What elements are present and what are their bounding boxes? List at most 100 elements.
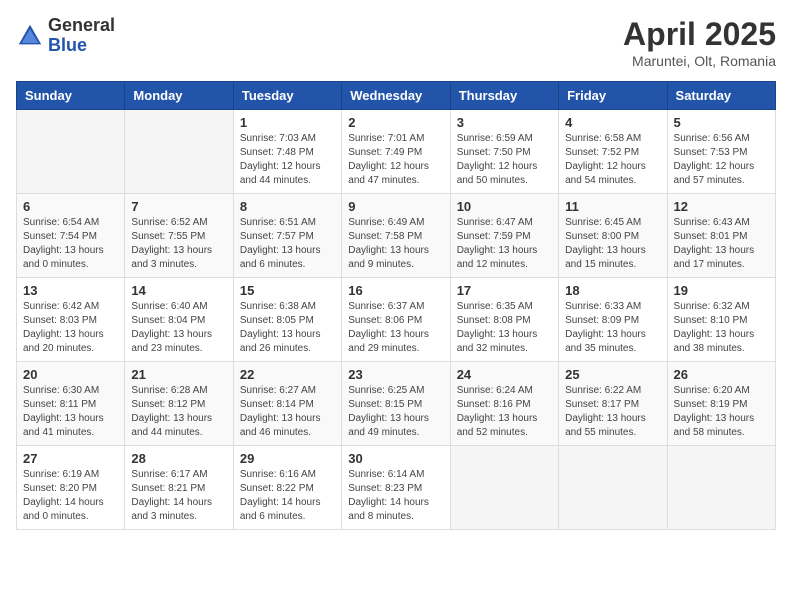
day-info: Sunrise: 6:54 AM Sunset: 7:54 PM Dayligh… (23, 216, 118, 272)
day-info: Sunrise: 6:38 AM Sunset: 8:05 PM Dayligh… (240, 300, 335, 356)
calendar-cell (667, 446, 775, 530)
day-number: 8 (240, 199, 335, 214)
day-info: Sunrise: 6:37 AM Sunset: 8:06 PM Dayligh… (348, 300, 443, 356)
day-info: Sunrise: 6:58 AM Sunset: 7:52 PM Dayligh… (565, 132, 660, 188)
day-info: Sunrise: 6:42 AM Sunset: 8:03 PM Dayligh… (23, 300, 118, 356)
calendar-cell: 10 Sunrise: 6:47 AM Sunset: 7:59 PM Dayli… (450, 194, 558, 278)
calendar-cell (17, 110, 125, 194)
day-info: Sunrise: 6:27 AM Sunset: 8:14 PM Dayligh… (240, 384, 335, 440)
day-info: Sunrise: 6:20 AM Sunset: 8:19 PM Dayligh… (674, 384, 769, 440)
day-number: 6 (23, 199, 118, 214)
day-number: 25 (565, 367, 660, 382)
calendar-cell: 28 Sunrise: 6:17 AM Sunset: 8:21 PM Dayli… (125, 446, 233, 530)
day-info: Sunrise: 6:43 AM Sunset: 8:01 PM Dayligh… (674, 216, 769, 272)
day-number: 24 (457, 367, 552, 382)
day-number: 15 (240, 283, 335, 298)
week-row-4: 20 Sunrise: 6:30 AM Sunset: 8:11 PM Dayli… (17, 362, 776, 446)
day-number: 4 (565, 115, 660, 130)
calendar-cell: 29Sunrise: 6:16 AM Sunset: 8:22 PM Dayli… (233, 446, 341, 530)
calendar-cell: 27 Sunrise: 6:19 AM Sunset: 8:20 PM Dayli… (17, 446, 125, 530)
logo: General Blue (16, 16, 115, 56)
day-info: Sunrise: 6:28 AM Sunset: 8:12 PM Dayligh… (131, 384, 226, 440)
day-info: Sunrise: 6:47 AM Sunset: 7:59 PM Dayligh… (457, 216, 552, 272)
day-info: Sunrise: 6:32 AM Sunset: 8:10 PM Dayligh… (674, 300, 769, 356)
day-info: Sunrise: 7:03 AM Sunset: 7:48 PM Dayligh… (240, 132, 335, 188)
calendar-table: SundayMondayTuesdayWednesdayThursdayFrid… (16, 81, 776, 530)
day-info: Sunrise: 6:22 AM Sunset: 8:17 PM Dayligh… (565, 384, 660, 440)
weekday-header-friday: Friday (559, 82, 667, 110)
calendar-cell (450, 446, 558, 530)
calendar-cell: 15 Sunrise: 6:38 AM Sunset: 8:05 PM Dayli… (233, 278, 341, 362)
day-number: 3 (457, 115, 552, 130)
weekday-header-tuesday: Tuesday (233, 82, 341, 110)
calendar-cell: 25 Sunrise: 6:22 AM Sunset: 8:17 PM Dayli… (559, 362, 667, 446)
day-number: 18 (565, 283, 660, 298)
calendar-cell: 11 Sunrise: 6:45 AM Sunset: 8:00 PM Dayli… (559, 194, 667, 278)
day-number: 20 (23, 367, 118, 382)
calendar-cell: 17Sunrise: 6:35 AM Sunset: 8:08 PM Dayli… (450, 278, 558, 362)
weekday-header-wednesday: Wednesday (342, 82, 450, 110)
day-info: Sunrise: 6:14 AM Sunset: 8:23 PM Dayligh… (348, 468, 443, 524)
day-info: Sunrise: 7:01 AM Sunset: 7:49 PM Dayligh… (348, 132, 443, 188)
calendar-cell: 7 Sunrise: 6:52 AM Sunset: 7:55 PM Daylig… (125, 194, 233, 278)
day-info: Sunrise: 6:52 AM Sunset: 7:55 PM Dayligh… (131, 216, 226, 272)
logo-text: General Blue (48, 16, 115, 56)
calendar-cell: 24Sunrise: 6:24 AM Sunset: 8:16 PM Dayli… (450, 362, 558, 446)
calendar-cell: 16 Sunrise: 6:37 AM Sunset: 8:06 PM Dayli… (342, 278, 450, 362)
day-number: 13 (23, 283, 118, 298)
calendar-cell: 1 Sunrise: 7:03 AM Sunset: 7:48 PM Daylig… (233, 110, 341, 194)
page-header: General Blue April 2025 Maruntei, Olt, R… (16, 16, 776, 69)
calendar-cell: 9 Sunrise: 6:49 AM Sunset: 7:58 PM Daylig… (342, 194, 450, 278)
day-number: 10 (457, 199, 552, 214)
calendar-cell: 26Sunrise: 6:20 AM Sunset: 8:19 PM Dayli… (667, 362, 775, 446)
day-info: Sunrise: 6:49 AM Sunset: 7:58 PM Dayligh… (348, 216, 443, 272)
calendar-cell: 6 Sunrise: 6:54 AM Sunset: 7:54 PM Daylig… (17, 194, 125, 278)
week-row-5: 27 Sunrise: 6:19 AM Sunset: 8:20 PM Dayli… (17, 446, 776, 530)
calendar-cell: 13 Sunrise: 6:42 AM Sunset: 8:03 PM Dayli… (17, 278, 125, 362)
day-info: Sunrise: 6:40 AM Sunset: 8:04 PM Dayligh… (131, 300, 226, 356)
calendar-cell: 12 Sunrise: 6:43 AM Sunset: 8:01 PM Dayli… (667, 194, 775, 278)
day-number: 16 (348, 283, 443, 298)
weekday-header-row: SundayMondayTuesdayWednesdayThursdayFrid… (17, 82, 776, 110)
month-title: April 2025 (623, 16, 776, 53)
day-number: 7 (131, 199, 226, 214)
weekday-header-thursday: Thursday (450, 82, 558, 110)
day-number: 22 (240, 367, 335, 382)
day-info: Sunrise: 6:56 AM Sunset: 7:53 PM Dayligh… (674, 132, 769, 188)
week-row-2: 6 Sunrise: 6:54 AM Sunset: 7:54 PM Daylig… (17, 194, 776, 278)
day-info: Sunrise: 6:45 AM Sunset: 8:00 PM Dayligh… (565, 216, 660, 272)
day-info: Sunrise: 6:25 AM Sunset: 8:15 PM Dayligh… (348, 384, 443, 440)
calendar-cell: 23Sunrise: 6:25 AM Sunset: 8:15 PM Dayli… (342, 362, 450, 446)
day-info: Sunrise: 6:30 AM Sunset: 8:11 PM Dayligh… (23, 384, 118, 440)
calendar-cell: 2 Sunrise: 7:01 AM Sunset: 7:49 PM Daylig… (342, 110, 450, 194)
day-info: Sunrise: 6:17 AM Sunset: 8:21 PM Dayligh… (131, 468, 226, 524)
location-subtitle: Maruntei, Olt, Romania (623, 53, 776, 69)
day-info: Sunrise: 6:51 AM Sunset: 7:57 PM Dayligh… (240, 216, 335, 272)
calendar-cell: 20 Sunrise: 6:30 AM Sunset: 8:11 PM Dayli… (17, 362, 125, 446)
day-info: Sunrise: 6:19 AM Sunset: 8:20 PM Dayligh… (23, 468, 118, 524)
calendar-cell (125, 110, 233, 194)
day-info: Sunrise: 6:33 AM Sunset: 8:09 PM Dayligh… (565, 300, 660, 356)
day-number: 11 (565, 199, 660, 214)
calendar-cell: 5Sunrise: 6:56 AM Sunset: 7:53 PM Daylig… (667, 110, 775, 194)
logo-blue-text: Blue (48, 36, 115, 56)
calendar-cell: 21Sunrise: 6:28 AM Sunset: 8:12 PM Dayli… (125, 362, 233, 446)
logo-general-text: General (48, 16, 115, 36)
day-number: 9 (348, 199, 443, 214)
day-number: 12 (674, 199, 769, 214)
calendar-cell: 3Sunrise: 6:59 AM Sunset: 7:50 PM Daylig… (450, 110, 558, 194)
day-number: 19 (674, 283, 769, 298)
day-number: 28 (131, 451, 226, 466)
calendar-cell (559, 446, 667, 530)
calendar-cell: 22 Sunrise: 6:27 AM Sunset: 8:14 PM Dayli… (233, 362, 341, 446)
day-number: 14 (131, 283, 226, 298)
week-row-3: 13 Sunrise: 6:42 AM Sunset: 8:03 PM Dayli… (17, 278, 776, 362)
weekday-header-sunday: Sunday (17, 82, 125, 110)
day-number: 1 (240, 115, 335, 130)
day-number: 27 (23, 451, 118, 466)
title-area: April 2025 Maruntei, Olt, Romania (623, 16, 776, 69)
calendar-cell: 4 Sunrise: 6:58 AM Sunset: 7:52 PM Daylig… (559, 110, 667, 194)
day-number: 29 (240, 451, 335, 466)
day-number: 17 (457, 283, 552, 298)
day-number: 2 (348, 115, 443, 130)
